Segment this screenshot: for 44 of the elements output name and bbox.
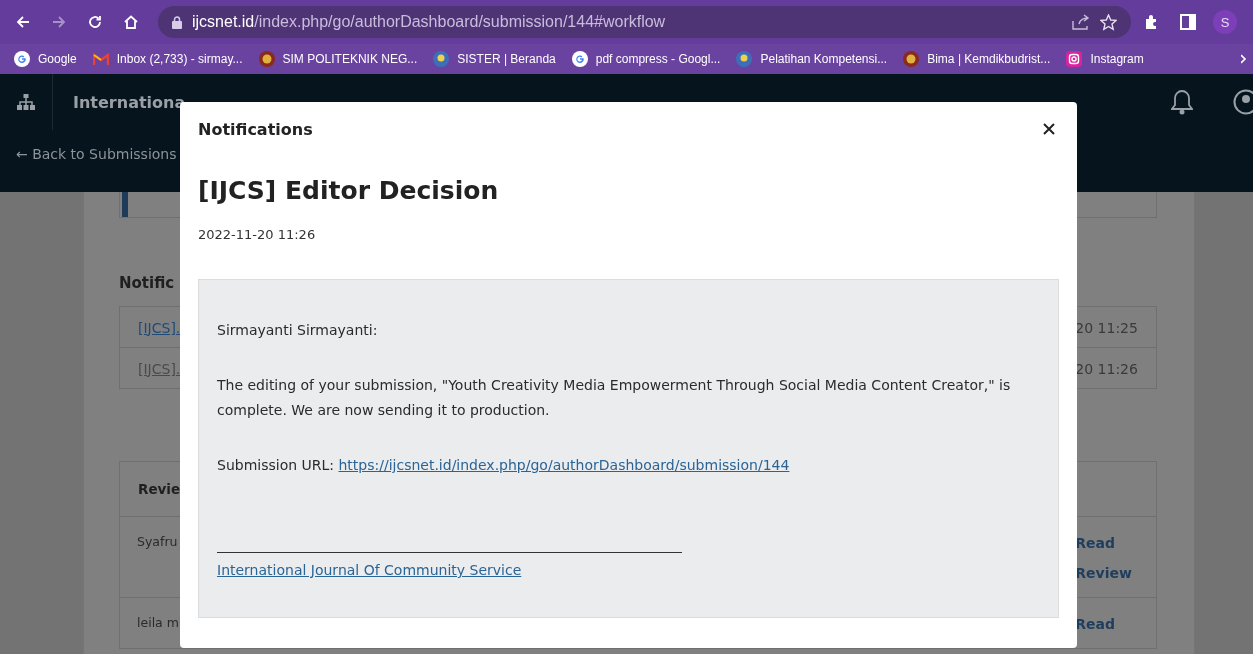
seal-icon — [433, 51, 450, 67]
bookmark[interactable]: pdf compress - Googl... — [563, 48, 729, 70]
message-text: The editing of your submission, "Youth Creativity Media Empowerment Through Social Media Content Creator," is complete. We are now sending it to production. — [217, 376, 1012, 420]
bookmark[interactable]: SIM POLITEKNIK NEG... — [250, 48, 426, 70]
back-arrow-icon[interactable] — [15, 14, 31, 30]
star-icon[interactable] — [1100, 13, 1117, 31]
google-icon — [14, 51, 30, 67]
bell-icon[interactable] — [1171, 89, 1193, 115]
dialog-title: [IJCS] Editor Decision — [198, 176, 500, 205]
emblem-icon — [903, 51, 920, 67]
bookmark[interactable]: SISTER | Beranda — [425, 48, 564, 70]
reviewer-name: leila m — [136, 615, 179, 630]
side-panel-icon[interactable] — [1180, 14, 1196, 30]
home-icon[interactable] — [123, 14, 139, 30]
reviewer-name: Syafru — [136, 534, 178, 549]
notification-time: 20 11:25 — [1075, 319, 1138, 336]
share-icon[interactable] — [1072, 14, 1090, 30]
bookmark[interactable]: Bima | Kemdikbudrist... — [895, 48, 1059, 70]
seal-icon — [736, 51, 753, 67]
dialog-header: Notifications — [198, 119, 313, 139]
address-bar[interactable]: ijcsnet.id/index.php/go/authorDashboard/submission/144#workflow — [158, 6, 1131, 38]
google-icon — [571, 51, 588, 67]
section-heading: Notific — [119, 274, 176, 292]
profile-avatar[interactable]: S — [1213, 10, 1237, 34]
forward-arrow-icon[interactable] — [51, 14, 67, 30]
greeting-text: Sirmayanti Sirmayanti: — [217, 321, 379, 340]
chevron-icon[interactable] — [1241, 54, 1247, 64]
emblem-icon — [258, 51, 275, 67]
bookmark[interactable]: Pelatihan Kompetensi... — [728, 48, 896, 70]
mail-icon — [92, 53, 109, 65]
bookmark[interactable]: Inbox (2,733) - sirmay... — [84, 49, 251, 69]
instagram-icon — [1066, 51, 1083, 67]
accent-bar — [122, 192, 128, 217]
reload-icon[interactable] — [87, 14, 103, 30]
bookmark[interactable]: Google — [6, 48, 85, 70]
journal-link[interactable]: International Journal Of Community Service — [217, 562, 522, 578]
bookmark[interactable]: Instagram — [1058, 48, 1152, 70]
journal-title: Internationa — [73, 92, 186, 112]
notification-date: 2022-11-20 11:26 — [198, 227, 317, 242]
sitemap-icon[interactable] — [17, 94, 35, 110]
back-link[interactable]: ← Back to Submissions — [16, 146, 177, 162]
notification-time: 20 11:26 — [1075, 360, 1138, 377]
lock-icon — [172, 15, 182, 29]
user-icon[interactable] — [1233, 89, 1253, 115]
